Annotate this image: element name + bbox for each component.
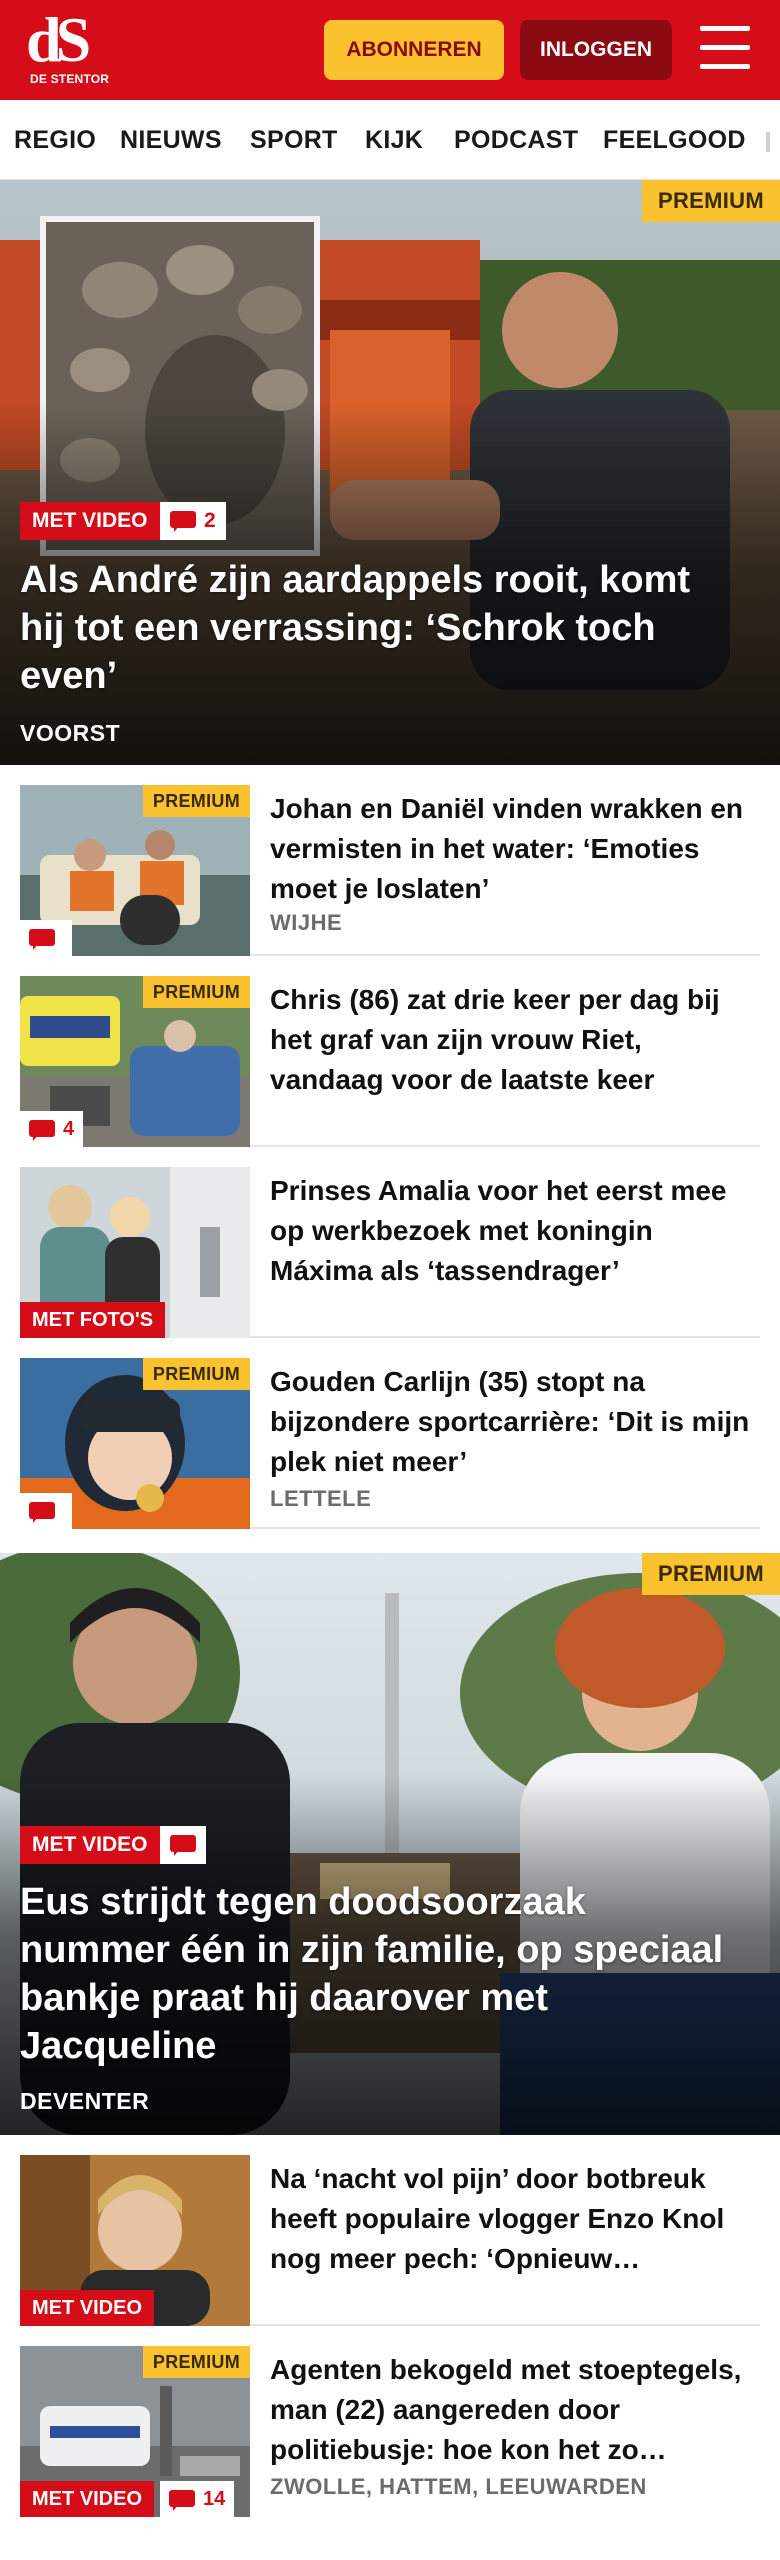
premium-badge: PREMIUM bbox=[642, 180, 780, 222]
article-headline[interactable]: Agenten bekogeld met stoeptegels, man (2… bbox=[270, 2350, 760, 2470]
video-badge: MET VIDEO bbox=[20, 502, 160, 540]
article-location: ZWOLLE, HATTEM, LEEUWARDEN bbox=[270, 2474, 647, 2499]
article-headline[interactable]: Na ‘nacht vol pijn’ door botbreuk heeft … bbox=[270, 2159, 760, 2279]
article-thumbnail: MET VIDEO bbox=[20, 2155, 250, 2326]
comment-count-value: 14 bbox=[203, 2488, 226, 2510]
article-headline[interactable]: Johan en Daniël vinden wrakken en vermis… bbox=[270, 789, 760, 909]
article-thumbnail: PREMIUM MET VIDEO 14 bbox=[20, 2346, 250, 2517]
hero-location: VOORST bbox=[20, 720, 121, 746]
hero-location: DEVENTER bbox=[20, 2088, 150, 2114]
comment-count-value: 2 bbox=[204, 509, 216, 532]
list-item[interactable]: MET FOTO'S Prinses Amalia voor het eerst… bbox=[20, 1147, 760, 1338]
site-header: dS DE STENTOR ABONNEREN INLOGGEN bbox=[0, 0, 780, 100]
comment-icon bbox=[29, 929, 55, 950]
login-button[interactable]: INLOGGEN bbox=[520, 20, 672, 80]
logo-mark: dS bbox=[26, 4, 91, 75]
comment-icon bbox=[29, 1502, 55, 1523]
premium-badge: PREMIUM bbox=[142, 976, 250, 1008]
hero-headline[interactable]: Als André zijn aardappels rooit, komt hi… bbox=[20, 556, 740, 700]
comment-icon bbox=[29, 1120, 55, 1141]
article-headline[interactable]: Chris (86) zat drie keer per dag bij het… bbox=[270, 980, 760, 1100]
nav-overflow-indicator bbox=[766, 132, 770, 152]
nav-item-podcast[interactable]: PODCAST bbox=[454, 126, 578, 155]
article-location: WIJHE bbox=[270, 910, 343, 935]
nav-item-feelgood[interactable]: FEELGOOD bbox=[603, 126, 746, 155]
comment-count[interactable]: 14 bbox=[160, 2481, 235, 2517]
comment-button[interactable] bbox=[160, 1826, 206, 1864]
nav-item-nieuws[interactable]: NIEUWS bbox=[120, 126, 222, 155]
article-thumbnail: PREMIUM bbox=[20, 1358, 250, 1529]
article-headline[interactable]: Prinses Amalia voor het eerst mee op wer… bbox=[270, 1171, 760, 1291]
comment-icon bbox=[170, 1835, 196, 1856]
comment-count[interactable]: 2 bbox=[160, 502, 226, 540]
article-location: LETTELE bbox=[270, 1486, 372, 1511]
list-item[interactable]: PREMIUM MET VIDEO 14 Agenten bekogeld me… bbox=[20, 2326, 760, 2517]
nav-item-kijk[interactable]: KIJK bbox=[365, 126, 423, 155]
article-thumbnail: PREMIUM bbox=[20, 785, 250, 956]
logo-name: DE STENTOR bbox=[30, 72, 110, 86]
premium-badge: PREMIUM bbox=[142, 785, 250, 817]
subscribe-button[interactable]: ABONNEREN bbox=[324, 20, 504, 80]
list-item[interactable]: MET VIDEO Na ‘nacht vol pijn’ door botbr… bbox=[20, 2135, 760, 2326]
comment-count[interactable] bbox=[20, 920, 72, 956]
site-logo[interactable]: dS DE STENTOR bbox=[26, 4, 116, 90]
video-badge: MET VIDEO bbox=[20, 2481, 155, 2517]
hero-article-bench[interactable]: PREMIUM MET VIDEO Eus strijdt tegen dood… bbox=[0, 1553, 780, 2135]
video-badge: MET VIDEO bbox=[20, 2290, 155, 2326]
list-item[interactable]: PREMIUM 4 Chris (86) zat drie keer per d… bbox=[20, 956, 760, 1147]
premium-badge: PREMIUM bbox=[142, 2346, 250, 2378]
comment-icon bbox=[169, 2490, 195, 2511]
hamburger-icon[interactable] bbox=[700, 26, 750, 70]
list-item[interactable]: PREMIUM Gouden Carlijn (35) stopt na bij… bbox=[20, 1338, 760, 1529]
article-thumbnail: MET FOTO'S bbox=[20, 1167, 250, 1338]
premium-badge: PREMIUM bbox=[642, 1553, 780, 1595]
section-nav: REGIO NIEUWS SPORT KIJK PODCAST FEELGOOD bbox=[0, 100, 780, 180]
comment-icon bbox=[170, 511, 196, 532]
comment-count-value: 4 bbox=[63, 1118, 75, 1140]
photos-badge: MET FOTO'S bbox=[20, 1302, 166, 1338]
article-headline[interactable]: Gouden Carlijn (35) stopt na bijzondere … bbox=[270, 1362, 760, 1482]
nav-item-regio[interactable]: REGIO bbox=[14, 126, 96, 155]
article-thumbnail: PREMIUM 4 bbox=[20, 976, 250, 1147]
comment-count[interactable]: 4 bbox=[20, 1111, 84, 1147]
comment-count[interactable] bbox=[20, 1493, 72, 1529]
hero-article-potatoes[interactable]: PREMIUM MET VIDEO 2 Als André zijn aarda… bbox=[0, 180, 780, 765]
nav-item-sport[interactable]: SPORT bbox=[250, 126, 338, 155]
hero-headline[interactable]: Eus strijdt tegen doodsoorzaak nummer éé… bbox=[20, 1878, 740, 2070]
list-item[interactable]: PREMIUM Johan en Daniël vinden wrakken e… bbox=[20, 765, 760, 956]
premium-badge: PREMIUM bbox=[142, 1358, 250, 1390]
video-badge: MET VIDEO bbox=[20, 1826, 160, 1864]
